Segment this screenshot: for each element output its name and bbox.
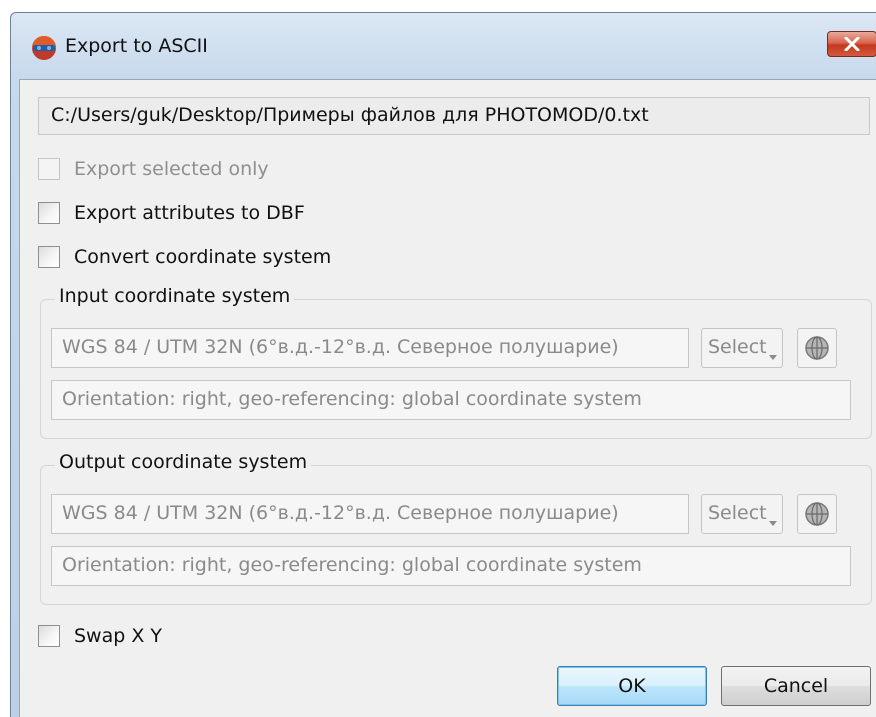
output-cs-info-field: Orientation: right, geo-referencing: glo… xyxy=(51,546,851,586)
input-cs-field: WGS 84 / UTM 32N (6°в.д.-12°в.д. Северно… xyxy=(51,328,689,368)
close-button[interactable] xyxy=(827,31,876,57)
input-coordinate-system-group: Input coordinate system WGS 84 / UTM 32N… xyxy=(40,285,872,439)
input-cs-select-label: Select xyxy=(708,336,767,358)
file-path-field[interactable]: C:/Users/guk/Desktop/Примеры файлов для … xyxy=(38,97,870,135)
globe-icon xyxy=(805,336,829,360)
convert-coordinate-system-option[interactable]: Convert coordinate system xyxy=(38,243,331,271)
swap-xy-label[interactable]: Swap X Y xyxy=(74,625,162,647)
export-dialog: Export to ASCII C:/Users/guk/Desktop/При… xyxy=(10,12,876,717)
output-cs-group-title: Output coordinate system xyxy=(55,451,312,473)
export-selected-only-checkbox xyxy=(38,158,60,180)
window-title: Export to ASCII xyxy=(65,35,208,57)
convert-coordinate-system-label[interactable]: Convert coordinate system xyxy=(74,246,331,268)
export-selected-only-option: Export selected only xyxy=(38,155,269,183)
dropdown-arrow-icon xyxy=(769,521,777,526)
input-cs-group-title: Input coordinate system xyxy=(55,285,295,307)
input-cs-info-field: Orientation: right, geo-referencing: glo… xyxy=(51,380,851,420)
export-attributes-dbf-label[interactable]: Export attributes to DBF xyxy=(74,202,305,224)
title-bar[interactable]: Export to ASCII xyxy=(11,13,876,79)
ok-button[interactable]: OK xyxy=(557,666,707,706)
swap-xy-option[interactable]: Swap X Y xyxy=(38,622,162,650)
output-cs-globe-button xyxy=(797,494,837,534)
export-attributes-dbf-option[interactable]: Export attributes to DBF xyxy=(38,199,305,227)
output-coordinate-system-group: Output coordinate system WGS 84 / UTM 32… xyxy=(40,451,872,605)
close-icon xyxy=(844,37,860,51)
input-cs-select-button: Select xyxy=(701,328,783,368)
cancel-button[interactable]: Cancel xyxy=(721,666,871,706)
output-cs-select-button: Select xyxy=(701,494,783,534)
output-cs-select-label: Select xyxy=(708,502,767,524)
convert-coordinate-system-checkbox[interactable] xyxy=(38,246,60,268)
dialog-body: C:/Users/guk/Desktop/Примеры файлов для … xyxy=(19,79,876,717)
swap-xy-checkbox[interactable] xyxy=(38,625,60,647)
export-attributes-dbf-checkbox[interactable] xyxy=(38,202,60,224)
output-cs-field: WGS 84 / UTM 32N (6°в.д.-12°в.д. Северно… xyxy=(51,494,689,534)
dropdown-arrow-icon xyxy=(769,355,777,360)
globe-icon xyxy=(805,502,829,526)
input-cs-globe-button xyxy=(797,328,837,368)
photomod-icon xyxy=(31,35,57,61)
export-selected-only-label: Export selected only xyxy=(74,158,269,180)
